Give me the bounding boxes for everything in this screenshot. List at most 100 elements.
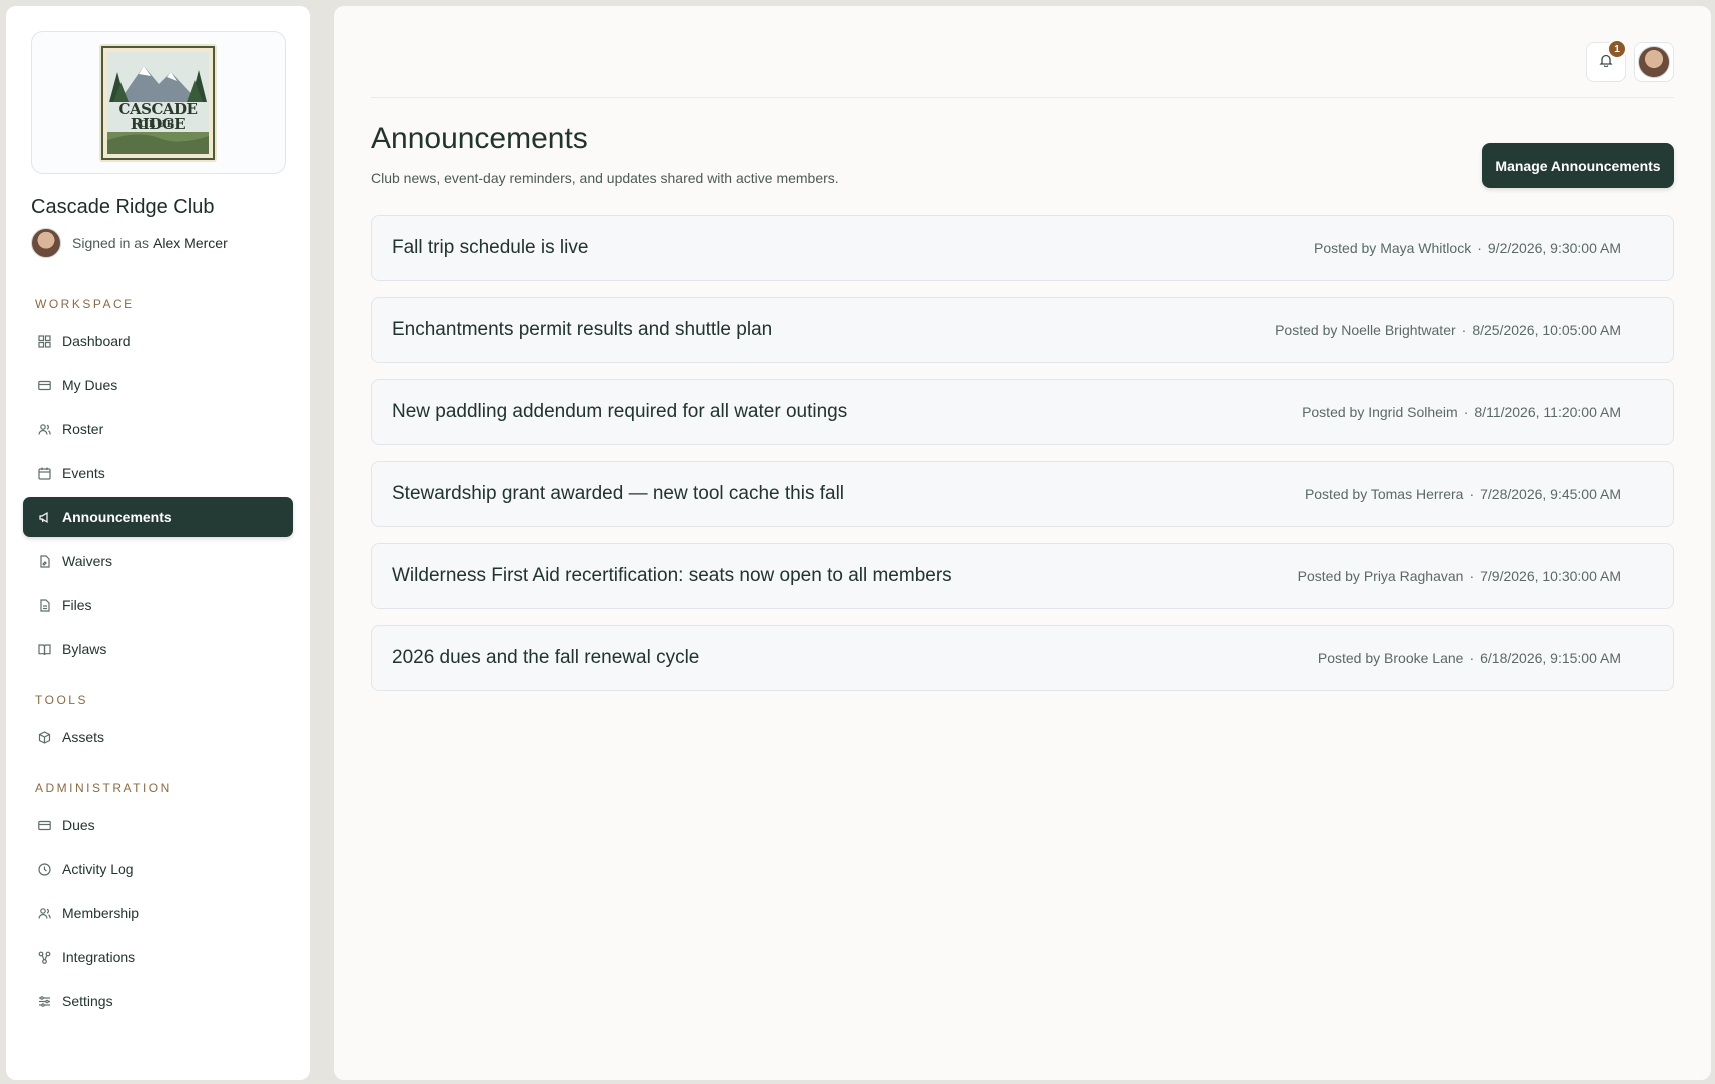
announcements-list: Fall trip schedule is live Posted by May…: [371, 215, 1674, 707]
sidebar-item-label: Activity Log: [62, 861, 134, 877]
announcement-meta: Posted by Maya Whitlock · 9/2/2026, 9:30:0…: [1314, 216, 1621, 280]
posted-by-label: Posted by: [1304, 486, 1368, 502]
sidebar-item-label: Announcements: [62, 509, 172, 525]
sidebar-item-membership[interactable]: Membership: [23, 893, 293, 933]
page-subtitle: Club news, event-day reminders, and upda…: [371, 170, 839, 186]
announcement-date: 9/2/2026, 9:30:00 AM: [1487, 240, 1621, 256]
announcement-author: Maya Whitlock: [1380, 240, 1472, 256]
signed-in-user-name: Alex Mercer: [153, 235, 228, 251]
posted-by-label: Posted by: [1297, 568, 1360, 584]
sidebar-item-label: My Dues: [62, 377, 118, 393]
announcement-meta: Posted by Noelle Brightwater · 8/25/2026, …: [1275, 298, 1621, 362]
list-item[interactable]: Stewardship grant awarded — new tool cac…: [371, 461, 1674, 527]
sidebar-item-activity-log[interactable]: Activity Log: [23, 849, 293, 889]
list-item[interactable]: Enchantments permit results and shuttle …: [371, 297, 1674, 363]
announcement-title: 2026 dues and the fall renewal cycle: [392, 647, 700, 668]
separator-dot: ·: [1461, 322, 1467, 338]
sidebar-item-bylaws[interactable]: Bylaws: [23, 629, 293, 669]
sidebar-item-assets[interactable]: Assets: [23, 717, 293, 757]
announcement-title: Wilderness First Aid recertification: se…: [392, 565, 952, 586]
logo-subtitle-text: CLUB: [139, 120, 177, 130]
sidebar-item-label: Dues: [62, 817, 95, 833]
plug-icon: [37, 950, 51, 964]
sidebar-item-announcements[interactable]: Announcements: [23, 497, 293, 537]
sidebar-item-label: Membership: [62, 905, 140, 921]
separator-dot: ·: [1463, 404, 1469, 420]
file-icon: [37, 598, 51, 612]
megaphone-icon: [37, 510, 51, 524]
announcement-date: 7/28/2026, 9:45:00 AM: [1480, 486, 1621, 502]
notification-badge: 1: [1607, 39, 1627, 59]
clock-icon: [37, 862, 51, 876]
announcement-date: 7/9/2026, 10:30:00 AM: [1480, 568, 1621, 584]
sidebar-item-dashboard[interactable]: Dashboard: [23, 321, 293, 361]
announcement-meta: Posted by Ingrid Solheim · 8/11/2026, 11:2…: [1302, 380, 1621, 444]
document-sign-icon: [37, 554, 51, 568]
sidebar-item-events[interactable]: Events: [23, 453, 293, 493]
announcement-title: Stewardship grant awarded — new tool cac…: [392, 483, 845, 504]
user-menu-button[interactable]: [1634, 42, 1674, 82]
avatar: [31, 228, 61, 258]
posted-by-label: Posted by: [1275, 322, 1338, 338]
sidebar-item-label: Integrations: [62, 949, 136, 965]
announcement-meta: Posted by Tomas Herrera · 7/28/2026, 9:45:…: [1305, 462, 1621, 526]
announcement-author: Tomas Herrera: [1370, 486, 1464, 502]
posted-by-label: Posted by: [1302, 404, 1365, 420]
users-icon: [37, 906, 51, 920]
posted-by-label: Posted by: [1314, 240, 1377, 256]
list-item[interactable]: Fall trip schedule is live Posted by May…: [371, 215, 1674, 281]
book-icon: [37, 642, 51, 656]
announcement-author: Noelle Brightwater: [1341, 322, 1456, 338]
announcement-meta: Posted by Brooke Lane · 6/18/2026, 9:15:00…: [1318, 626, 1621, 690]
header-divider: [371, 97, 1674, 98]
sidebar-item-files[interactable]: Files: [23, 585, 293, 625]
sidebar-item-label: Bylaws: [62, 641, 107, 657]
sidebar: CASCADE RIDGE CLUB Cascade Ridge Club Si…: [6, 6, 310, 1080]
sidebar-item-my-dues[interactable]: My Dues: [23, 365, 293, 405]
box-icon: [37, 730, 51, 744]
manage-announcements-button[interactable]: Manage Announcements: [1482, 143, 1674, 188]
section-administration: ADMINISTRATION: [35, 781, 172, 795]
sidebar-item-label: Settings: [62, 993, 113, 1009]
users-icon: [37, 422, 51, 436]
sidebar-item-label: Dashboard: [62, 333, 131, 349]
announcement-date: 6/18/2026, 9:15:00 AM: [1480, 650, 1621, 666]
posted-by-label: Posted by: [1317, 650, 1381, 666]
club-logo: CASCADE RIDGE CLUB: [99, 44, 217, 162]
announcement-title: Fall trip schedule is live: [392, 237, 589, 258]
sidebar-item-settings[interactable]: Settings: [23, 981, 293, 1021]
sidebar-item-label: Roster: [62, 421, 104, 437]
list-item[interactable]: Wilderness First Aid recertification: se…: [371, 543, 1674, 609]
sidebar-item-dues[interactable]: Dues: [23, 805, 293, 845]
announcement-date: 8/25/2026, 10:05:00 AM: [1472, 322, 1621, 338]
separator-dot: ·: [1477, 240, 1482, 256]
card-icon: [37, 818, 51, 832]
section-workspace: WORKSPACE: [35, 297, 135, 311]
page-title: Announcements: [371, 122, 588, 155]
announcement-author: Priya Raghavan: [1363, 568, 1464, 584]
sidebar-item-integrations[interactable]: Integrations: [23, 937, 293, 977]
sidebar-item-label: Assets: [62, 729, 105, 745]
announcement-title: Enchantments permit results and shuttle …: [392, 319, 773, 340]
sliders-icon: [37, 994, 51, 1008]
list-item[interactable]: 2026 dues and the fall renewal cycle Pos…: [371, 625, 1674, 691]
announcement-author: Ingrid Solheim: [1368, 404, 1458, 420]
sidebar-item-label: Files: [62, 597, 92, 613]
signed-in-row: Signed in as Alex Mercer: [31, 227, 228, 259]
separator-dot: ·: [1469, 486, 1475, 502]
sidebar-item-label: Waivers: [62, 553, 113, 569]
sidebar-item-roster[interactable]: Roster: [23, 409, 293, 449]
announcement-author: Brooke Lane: [1384, 650, 1464, 666]
separator-dot: ·: [1469, 650, 1475, 666]
logo-card: CASCADE RIDGE CLUB: [31, 31, 286, 174]
app-root: CASCADE RIDGE CLUB Cascade Ridge Club Si…: [0, 0, 1715, 1084]
announcement-date: 8/11/2026, 11:20:00 AM: [1474, 404, 1621, 420]
separator-dot: ·: [1469, 568, 1475, 584]
calendar-icon: [37, 466, 51, 480]
club-name: Cascade Ridge Club: [31, 196, 215, 218]
avatar: [1638, 46, 1670, 78]
section-tools: TOOLS: [35, 693, 88, 707]
sidebar-item-waivers[interactable]: Waivers: [23, 541, 293, 581]
announcement-title: New paddling addendum required for all w…: [392, 401, 848, 422]
list-item[interactable]: New paddling addendum required for all w…: [371, 379, 1674, 445]
